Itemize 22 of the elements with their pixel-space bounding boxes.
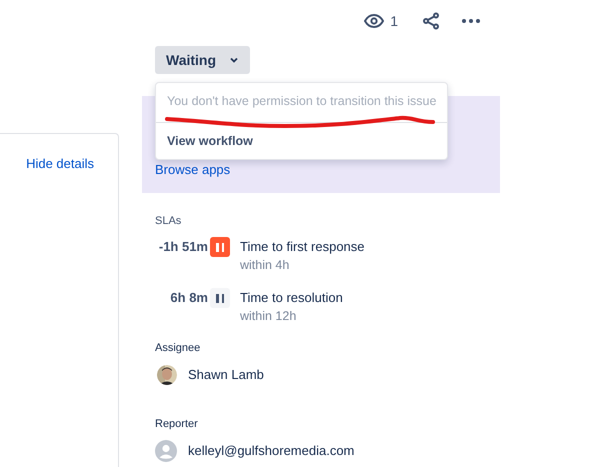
section-label: Reporter (155, 417, 199, 430)
browse-apps-link[interactable]: Browse apps (155, 160, 230, 179)
status-button[interactable]: Waiting (155, 46, 250, 74)
section-label: SLAs (155, 214, 182, 227)
eye-icon (364, 14, 384, 28)
caret-icon (230, 57, 238, 63)
sla-name: Time to first response (240, 238, 365, 256)
more-icon[interactable] (462, 19, 480, 23)
share-icon[interactable] (422, 12, 440, 30)
person-name: Shawn Lamb (188, 366, 264, 384)
sla-time: 6h 8m (169, 289, 209, 307)
sla-time: -1h 51m (158, 238, 209, 256)
sla-name: Time to resolution (240, 289, 343, 307)
person-name: kelleyl@gulfshoremedia.com (188, 442, 354, 460)
permission-message: You don't have permission to transition this issue (167, 92, 436, 110)
hide-details-link[interactable]: Hide details (26, 154, 94, 170)
sla-goal: within 12h (240, 308, 298, 324)
watch-button[interactable]: 1 (364, 10, 398, 32)
menu-item[interactable]: View workflow (156, 126, 447, 156)
section-label: Assignee (155, 341, 202, 354)
sla-goal: within 4h (240, 257, 290, 273)
avatar-icon (155, 440, 177, 462)
